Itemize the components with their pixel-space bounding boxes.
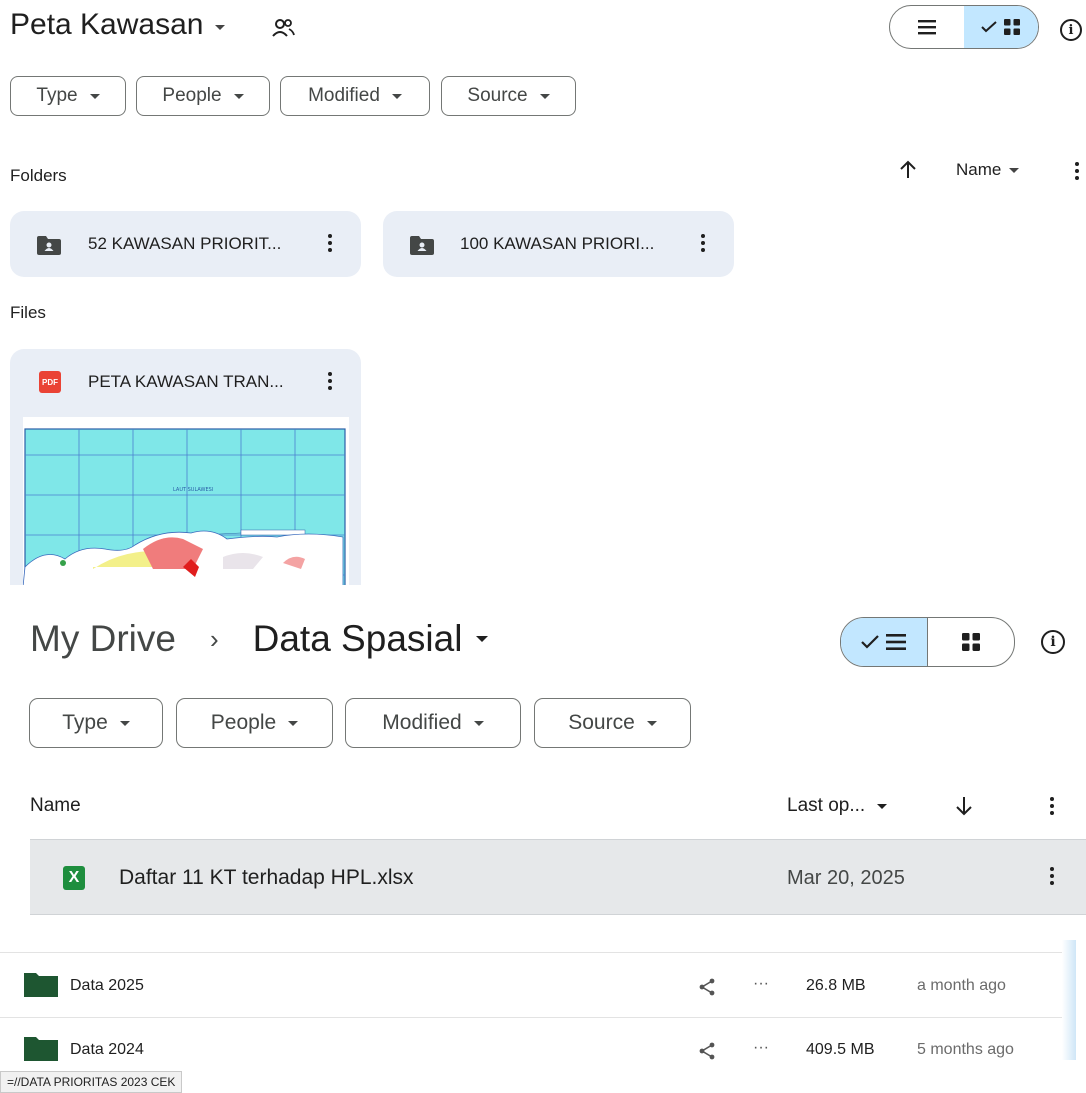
modified-date: a month ago <box>917 977 1006 994</box>
view-toggle <box>889 5 1039 49</box>
folder-title[interactable]: Peta Kawasan <box>10 8 226 42</box>
filter-modified[interactable]: Modified <box>345 698 521 748</box>
people-icon[interactable] <box>271 17 295 39</box>
chevron-down-icon <box>288 720 299 726</box>
more-options-icon[interactable] <box>1075 162 1079 180</box>
table-row[interactable]: X Daftar 11 KT terhadap HPL.xlsx Mar 20,… <box>30 839 1086 915</box>
map-preview-image: LAUT SULAWESI <box>23 417 349 585</box>
grid-icon <box>1004 19 1020 35</box>
chevron-down-icon <box>233 93 244 99</box>
status-bar: =//DATA PRIORITAS 2023 CEK <box>0 1071 183 1093</box>
folder-icon <box>24 973 58 997</box>
chevron-down-icon <box>473 720 484 726</box>
chevron-down-icon <box>877 803 888 809</box>
folder-name: 52 KAWASAN PRIORIT... <box>88 234 282 253</box>
breadcrumb-separator: › <box>209 623 219 654</box>
pdf-icon: PDF <box>39 371 61 393</box>
breadcrumb-root[interactable]: My Drive <box>30 618 176 660</box>
filter-people[interactable]: People <box>176 698 333 748</box>
share-icon[interactable] <box>698 978 716 996</box>
filter-label: Modified <box>308 85 380 106</box>
divider <box>0 952 1076 953</box>
more-actions-icon[interactable]: ··· <box>753 975 769 993</box>
folders-heading: Folders <box>10 166 67 185</box>
list-icon <box>885 634 906 650</box>
list-view-button[interactable] <box>890 6 964 48</box>
column-sort-label: Last op... <box>787 795 866 816</box>
chevron-down-icon <box>539 93 550 99</box>
map-sea-label: LAUT SULAWESI <box>173 487 213 493</box>
more-options-icon[interactable] <box>328 234 332 252</box>
column-header-name[interactable]: Name <box>30 795 81 817</box>
check-icon <box>860 635 879 649</box>
xlsx-file-icon: X <box>63 866 85 890</box>
filter-label: People <box>210 711 277 734</box>
file-card[interactable]: PDF PETA KAWASAN TRAN... LAUT SULAWESI <box>10 349 361 585</box>
chevron-down-icon <box>646 720 657 726</box>
chevron-down-icon <box>476 636 489 642</box>
grid-view-button[interactable] <box>926 618 1014 666</box>
info-icon[interactable]: i <box>1060 19 1082 41</box>
chevron-down-icon <box>1009 167 1020 173</box>
file-thumbnail: LAUT SULAWESI <box>23 417 349 585</box>
breadcrumb: My Drive › Data Spasial <box>30 618 489 660</box>
grid-icon <box>961 633 980 651</box>
file-size: 409.5 MB <box>806 1041 875 1058</box>
view-toggle <box>840 617 1015 667</box>
folder-card[interactable]: 52 KAWASAN PRIORIT... <box>10 211 361 277</box>
list-icon <box>918 20 936 35</box>
folder-name: Data 2024 <box>70 1041 144 1058</box>
sort-by-name-button[interactable]: Name <box>956 160 1020 180</box>
filter-source[interactable]: Source <box>534 698 691 748</box>
breadcrumb-current[interactable]: Data Spasial <box>253 618 463 660</box>
info-icon[interactable]: i <box>1041 630 1065 654</box>
more-options-icon[interactable] <box>1050 867 1054 885</box>
filter-source[interactable]: Source <box>441 76 576 116</box>
modified-date: 5 months ago <box>917 1041 1014 1058</box>
arrow-up-icon[interactable] <box>898 160 918 180</box>
filter-label: Source <box>467 85 528 106</box>
shared-folder-icon <box>37 236 61 255</box>
list-view-button[interactable] <box>841 618 927 666</box>
list-item[interactable]: Data 2025 ··· 26.8 MB a month ago <box>0 954 1086 1017</box>
filter-people[interactable]: People <box>136 76 270 116</box>
arrow-down-icon[interactable] <box>954 795 974 817</box>
grid-view-button[interactable] <box>964 6 1038 48</box>
chevron-down-icon <box>391 93 402 99</box>
chevron-down-icon <box>215 24 226 30</box>
chevron-down-icon <box>89 93 100 99</box>
filter-label: Source <box>568 711 635 734</box>
more-options-icon[interactable] <box>701 234 705 252</box>
filter-modified[interactable]: Modified <box>280 76 430 116</box>
folder-name: Data 2025 <box>70 977 144 994</box>
filter-label: Modified <box>382 711 462 734</box>
folder-name: 100 KAWASAN PRIORI... <box>460 234 655 253</box>
filter-label: Type <box>36 85 78 106</box>
filter-label: Type <box>62 711 108 734</box>
chevron-down-icon <box>119 720 130 726</box>
filter-label: People <box>162 85 222 106</box>
shared-folder-icon <box>410 236 434 255</box>
filter-type[interactable]: Type <box>29 698 163 748</box>
sort-label: Name <box>956 160 1002 179</box>
file-name: Daftar 11 KT terhadap HPL.xlsx <box>119 866 414 889</box>
folder-title-text: Peta Kawasan <box>10 8 204 41</box>
more-options-icon[interactable] <box>328 372 332 390</box>
more-actions-icon[interactable]: ··· <box>753 1039 769 1057</box>
file-name: PETA KAWASAN TRAN... <box>88 372 284 391</box>
files-heading: Files <box>10 303 46 322</box>
check-icon <box>981 21 997 33</box>
last-opened-date: Mar 20, 2025 <box>787 867 905 889</box>
share-icon[interactable] <box>698 1042 716 1060</box>
folder-icon <box>24 1037 58 1061</box>
column-header-last-opened[interactable]: Last op... <box>787 795 888 817</box>
filter-type[interactable]: Type <box>10 76 126 116</box>
file-size: 26.8 MB <box>806 977 866 994</box>
folder-card[interactable]: 100 KAWASAN PRIORI... <box>383 211 734 277</box>
more-options-icon[interactable] <box>1050 797 1054 815</box>
